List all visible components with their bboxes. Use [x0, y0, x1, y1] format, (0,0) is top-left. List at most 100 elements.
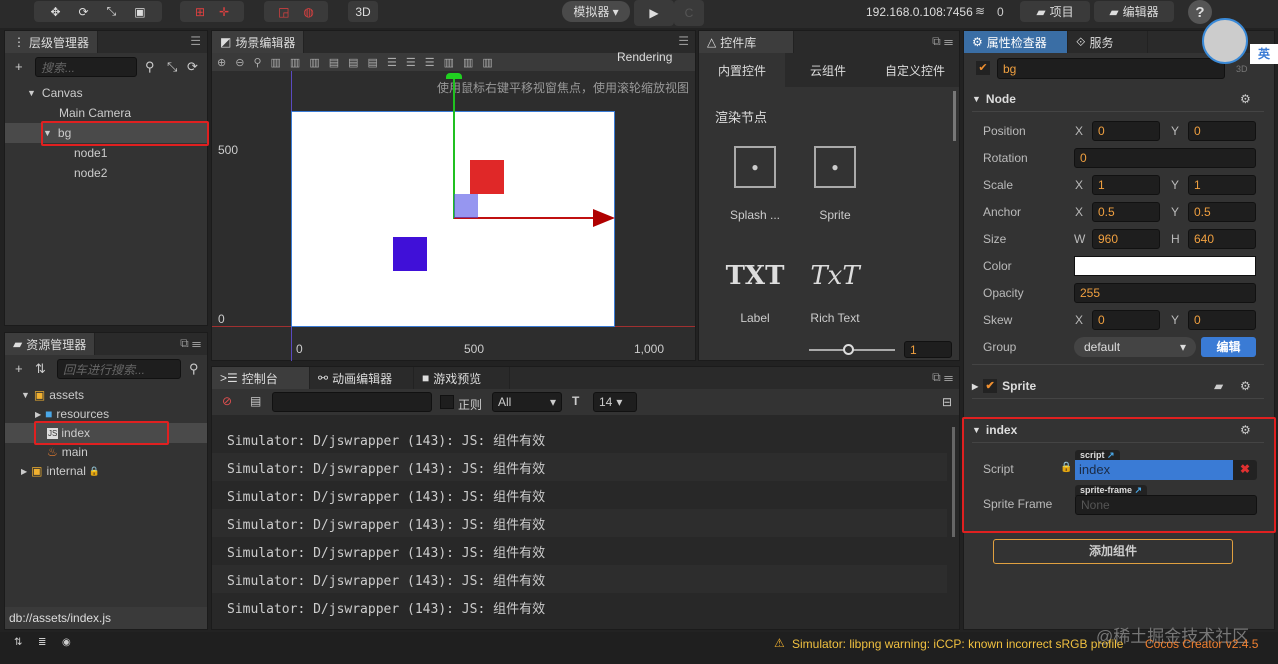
skew-y-input[interactable]: 0 [1188, 310, 1256, 330]
align-right-icon[interactable]: ▤ [368, 56, 378, 69]
gear-icon[interactable]: ⚙ [1240, 92, 1251, 106]
add-icon[interactable]: + [15, 59, 23, 74]
color-picker[interactable] [1074, 256, 1256, 276]
tree-item-node1[interactable]: node1 [74, 143, 107, 163]
scale-y-input[interactable]: 1 [1188, 175, 1256, 195]
distribute-right-icon[interactable]: ▥ [482, 56, 492, 69]
rotation-input[interactable]: 0 [1074, 148, 1256, 168]
refresh-button[interactable]: C [674, 0, 704, 26]
database-icon[interactable]: ≣ [38, 637, 46, 648]
menu-icon[interactable]: ☰ [678, 34, 689, 48]
node-section-header[interactable]: ▼ Node [972, 89, 1016, 109]
scale-icon[interactable]: ⤡ [107, 4, 117, 19]
node2-blue-square[interactable] [393, 237, 427, 271]
gear-icon[interactable]: ⚙ [1240, 379, 1251, 393]
tab-inspector[interactable]: ⚙ 属性检查器 [964, 31, 1068, 53]
log-level-select[interactable]: All ▾ [492, 392, 562, 412]
tab-custom-widgets[interactable]: 自定义控件 [871, 53, 959, 87]
status-warning[interactable]: Simulator: libpng warning: iCCP: known i… [792, 637, 1123, 651]
log-file-icon[interactable]: ▤ [250, 394, 261, 408]
distribute-vcenter-icon[interactable]: ☰ [406, 56, 416, 69]
rotate-icon[interactable]: ⟳ [79, 5, 89, 19]
tab-service[interactable]: ⟐ 服务 [1068, 31, 1148, 53]
clear-icon[interactable]: ⊘ [222, 394, 232, 408]
widget-rich-text[interactable]: TxT Rich Text [799, 261, 871, 325]
opacity-input[interactable]: 255 [1074, 283, 1256, 303]
globe-icon[interactable]: ◍ [303, 5, 313, 19]
tree-item-main-camera[interactable]: Main Camera [59, 103, 131, 123]
filter-input[interactable] [272, 392, 432, 412]
search-icon[interactable]: ⚲ [145, 59, 155, 75]
align-left-icon[interactable]: ▤ [329, 56, 339, 69]
editor-button[interactable]: ▰ 编辑器 [1094, 1, 1174, 22]
project-button[interactable]: ▰ 项目 [1020, 1, 1090, 22]
rect-icon[interactable]: ▣ [134, 5, 145, 19]
sort-icon[interactable]: ⇅ [35, 361, 46, 377]
zoom-value-input[interactable]: 1 [904, 341, 952, 358]
asset-item-assets[interactable]: ▼ ▣ assets [21, 385, 84, 405]
tree-item-canvas[interactable]: ▼ Canvas [27, 83, 83, 103]
add-component-button[interactable]: 添加组件 [993, 539, 1233, 564]
align-bottom-icon[interactable]: ▥ [309, 56, 319, 69]
sprite-enabled-checkbox[interactable]: ✔ [983, 379, 998, 393]
help-book-icon[interactable]: ▰ [1214, 379, 1223, 393]
assets-search-input[interactable]: 回车进行搜索... [57, 359, 181, 379]
ime-avatar[interactable] [1202, 18, 1248, 64]
align-vcenter-icon[interactable]: ▥ [290, 56, 300, 69]
asset-item-internal[interactable]: ▶ ▣ internal 🔒 [21, 461, 100, 481]
add-icon[interactable]: + [15, 361, 23, 376]
search-icon[interactable]: ⚲ [189, 361, 199, 377]
align-top-icon[interactable]: ▥ [271, 56, 281, 69]
zoom-slider[interactable] [809, 344, 895, 355]
scale-x-input[interactable]: 1 [1092, 175, 1160, 195]
zoom-reset-icon[interactable]: ⚲ [253, 56, 261, 69]
gizmo-y-handle[interactable] [446, 73, 462, 79]
snap-icon[interactable]: ◲ [278, 5, 289, 19]
distribute-hcenter-icon[interactable]: ▥ [463, 56, 473, 69]
tree-item-node2[interactable]: node2 [74, 163, 107, 183]
tab-hierarchy[interactable]: ⋮ 层级管理器 [5, 31, 99, 53]
gizmo-x-arrow[interactable] [593, 209, 615, 227]
tab-assets[interactable]: ▰ 资源管理器 [5, 333, 96, 355]
node-name-input[interactable]: bg [997, 58, 1225, 79]
rendering-dropdown[interactable]: Rendering [617, 50, 672, 64]
zoom-in-icon[interactable]: ⊕ [217, 56, 226, 69]
collapse-icon[interactable]: ⤡ [167, 59, 177, 75]
slider-handle[interactable] [843, 344, 854, 355]
menu-icon[interactable]: ⧉ ☰ [180, 336, 201, 351]
local-icon[interactable]: ✛ [219, 5, 229, 19]
skew-x-input[interactable]: 0 [1092, 310, 1160, 330]
tab-game-preview[interactable]: ■ 游戏预览 [414, 367, 510, 389]
help-button[interactable]: ? [1188, 0, 1212, 24]
tab-animation[interactable]: ⚯ 动画编辑器 [310, 367, 414, 389]
gizmo-center[interactable] [454, 194, 478, 218]
tab-widgets[interactable]: △ 控件库 [699, 31, 794, 53]
refresh-icon[interactable]: ⟳ [187, 59, 198, 75]
asset-item-main[interactable]: ♨ main [47, 442, 88, 462]
console-scrollbar[interactable] [952, 427, 955, 537]
tab-builtin-widgets[interactable]: 内置控件 [699, 53, 785, 87]
tab-scene[interactable]: ◩ 场景编辑器 [212, 31, 305, 53]
sync-icon[interactable]: ⇅ [14, 637, 22, 648]
align-hcenter-icon[interactable]: ▤ [348, 56, 358, 69]
anchor-y-input[interactable]: 0.5 [1188, 202, 1256, 222]
simulator-select[interactable]: 模拟器 ▾ [562, 1, 630, 22]
play-button[interactable]: ▶ [634, 0, 674, 26]
menu-icon[interactable]: ⧉ ☰ [932, 370, 953, 385]
hierarchy-search-input[interactable]: 搜索... [35, 57, 137, 77]
distribute-left-icon[interactable]: ▥ [444, 56, 454, 69]
position-y-input[interactable]: 0 [1188, 121, 1256, 141]
mode-3d-button[interactable]: 3D [348, 1, 378, 22]
group-select[interactable]: default ▾ [1074, 337, 1196, 357]
widgets-scrollbar[interactable] [953, 91, 956, 141]
sprite-section-header[interactable]: ▶ ✔ Sprite [972, 376, 1036, 396]
node1-red-square[interactable] [470, 160, 504, 194]
tab-console[interactable]: >☰ 控制台 [212, 367, 310, 389]
widget-sprite[interactable]: ● Sprite [799, 146, 871, 222]
eye-icon[interactable]: ◉ [62, 637, 71, 648]
size-w-input[interactable]: 960 [1092, 229, 1160, 249]
group-edit-button[interactable]: 编辑 [1201, 337, 1256, 357]
regex-checkbox[interactable] [440, 395, 454, 409]
position-x-input[interactable]: 0 [1092, 121, 1160, 141]
widget-label[interactable]: TXT Label [719, 261, 791, 325]
